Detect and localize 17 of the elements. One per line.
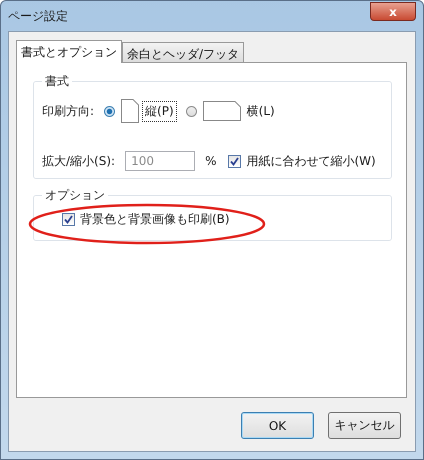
checkbox-label[interactable]: 用紙に合わせて縮小(W)	[246, 152, 376, 170]
checkbox[interactable]	[228, 154, 242, 168]
radio-label[interactable]: 横(L)	[244, 102, 277, 120]
window-title: ページ設定	[8, 8, 68, 25]
orientation-label: 印刷方向:	[42, 102, 94, 120]
landscape-page-icon	[202, 101, 241, 121]
radio-button[interactable]	[186, 106, 197, 116]
percent-label: %	[205, 154, 216, 168]
scale-label: 拡大/縮小(S):	[42, 152, 116, 170]
checkbox[interactable]	[62, 212, 75, 226]
tab[interactable]: 書式とオプション	[16, 40, 122, 63]
radio-label[interactable]: 縦(P)	[143, 102, 176, 120]
portrait-page-icon	[121, 99, 140, 123]
dialog-button[interactable]: OK	[241, 412, 314, 439]
tab[interactable]: 余白とヘッダ/フッタ	[122, 42, 244, 62]
radio-button[interactable]	[104, 106, 116, 116]
dialog-button[interactable]: キャンセル	[328, 412, 401, 439]
